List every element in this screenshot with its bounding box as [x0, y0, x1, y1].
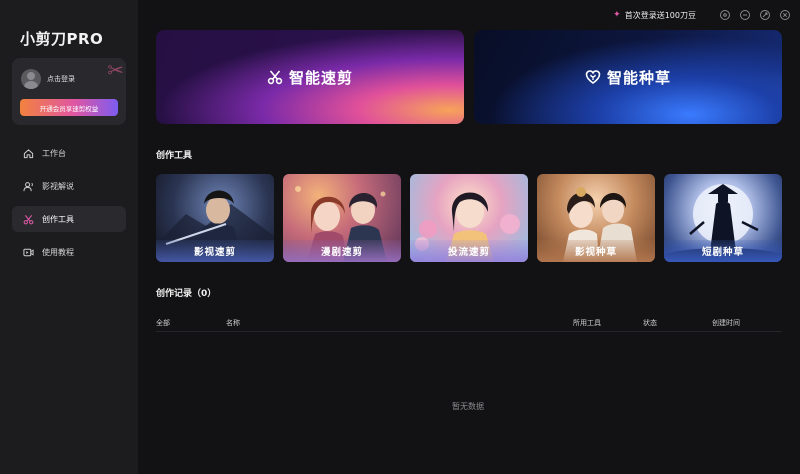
smart-seeding-banner[interactable]: 智能种草	[474, 30, 782, 124]
sidebar-item-label: 使用教程	[42, 247, 74, 257]
creation-tools-heading: 创作工具	[156, 151, 193, 161]
sidebar-item-label: 工作台	[42, 148, 66, 158]
tool-card-short-drama-seeding[interactable]: 短剧种草	[664, 174, 782, 262]
tool-card-label: 投流速剪	[410, 240, 528, 262]
sidebar-item-workbench[interactable]: 工作台	[12, 140, 126, 166]
tool-card-label: 漫剧速剪	[283, 240, 401, 262]
sidebar-nav: 工作台 影视解说 创作工具 使用教程	[12, 140, 126, 272]
column-header-tool: 所用工具	[573, 319, 601, 327]
login-promo-link[interactable]: ✦ 首次登录送100刀豆	[613, 10, 696, 21]
sidebar-item-label: 影视解说	[42, 181, 74, 191]
column-header-created-time: 创建时间	[712, 319, 740, 327]
column-header-status: 状态	[643, 319, 657, 327]
sparkle-icon: ✦	[613, 10, 621, 20]
heart-seedling-icon	[585, 69, 601, 85]
scissors-decoration-icon: ✂	[107, 58, 124, 82]
scissors-icon	[267, 69, 283, 85]
home-icon	[22, 147, 34, 159]
tool-card-label: 短剧种草	[664, 240, 782, 262]
settings-icon[interactable]	[720, 10, 730, 20]
app-title: 小剪刀PRO	[20, 30, 104, 48]
scissors-icon	[22, 213, 34, 225]
close-icon[interactable]	[780, 10, 790, 20]
sidebar-item-creation-tools[interactable]: 创作工具	[12, 206, 126, 232]
records-table-header: 全部 名称 所用工具 状态 创建时间	[156, 316, 782, 332]
title-bar: ✦ 首次登录送100刀豆	[613, 7, 790, 23]
tool-card-ad-quick-cut[interactable]: 投流速剪	[410, 174, 528, 262]
column-filter-all[interactable]: 全部	[156, 318, 170, 328]
vip-membership-button[interactable]: 开通会员享速剪权益	[20, 99, 118, 116]
tool-card-comic-quick-cut[interactable]: 漫剧速剪	[283, 174, 401, 262]
banner-title: 智能种草	[606, 68, 671, 87]
sidebar-item-label: 创作工具	[42, 214, 74, 224]
user-voice-icon	[22, 180, 34, 192]
tool-card-label: 影视种草	[537, 240, 655, 262]
banner-title: 智能速剪	[288, 68, 353, 87]
user-card: ✂ 点击登录 开通会员享速剪权益	[12, 58, 126, 125]
video-tutorial-icon	[22, 246, 34, 258]
tool-card-row: 影视速剪 漫剧速剪 投流速剪 影视种草 短剧种草	[156, 174, 782, 262]
sidebar-item-film-commentary[interactable]: 影视解说	[12, 173, 126, 199]
sidebar-item-tutorials[interactable]: 使用教程	[12, 239, 126, 265]
empty-state-text: 暂无数据	[452, 402, 484, 411]
smart-quick-cut-banner[interactable]: 智能速剪	[156, 30, 464, 124]
maximize-icon[interactable]	[760, 10, 770, 20]
tool-card-label: 影视速剪	[156, 240, 274, 262]
minimize-icon[interactable]	[740, 10, 750, 20]
creation-records-heading: 创作记录（0）	[156, 289, 217, 299]
column-header-name: 名称	[226, 319, 240, 327]
tool-card-film-seeding[interactable]: 影视种草	[537, 174, 655, 262]
tool-card-film-quick-cut[interactable]: 影视速剪	[156, 174, 274, 262]
login-link[interactable]: 点击登录	[47, 74, 75, 84]
sidebar: 小剪刀PRO ✂ 点击登录 开通会员享速剪权益 工作台 影视解说 创作工具 使用…	[0, 0, 138, 474]
avatar[interactable]	[21, 69, 41, 89]
promo-text: 首次登录送100刀豆	[624, 10, 696, 20]
